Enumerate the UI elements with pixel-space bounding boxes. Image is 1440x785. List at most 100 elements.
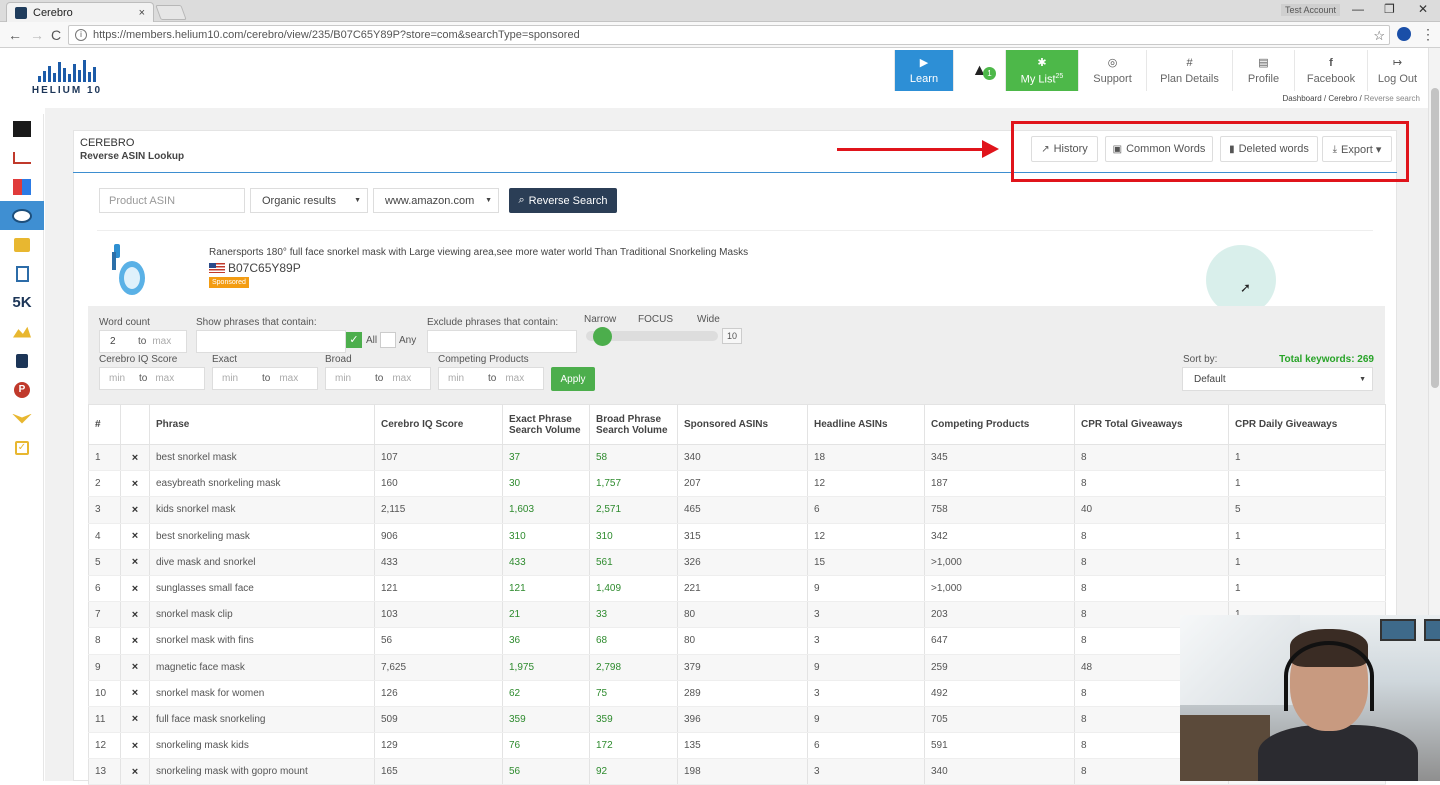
notifications-button[interactable]: ▲: [953, 50, 1005, 91]
word-count-min-input[interactable]: 2: [110, 336, 132, 347]
plan-details-button[interactable]: # Plan Details: [1146, 50, 1232, 91]
facebook-button[interactable]: f Facebook: [1294, 50, 1367, 91]
delete-row-icon[interactable]: ×: [120, 627, 150, 655]
column-header[interactable]: Sponsored ASINs: [677, 404, 808, 445]
sidebar-item-frankenstein[interactable]: [0, 230, 44, 259]
restore-icon[interactable]: ❐: [1384, 2, 1395, 16]
bookmark-star-icon[interactable]: ☆: [1373, 28, 1385, 44]
window-close-icon[interactable]: ✕: [1418, 2, 1428, 16]
delete-row-icon[interactable]: ×: [120, 575, 150, 603]
delete-row-icon[interactable]: ×: [120, 732, 150, 760]
product-title[interactable]: Ranersports 180° full face snorkel mask …: [209, 247, 748, 258]
minimize-icon[interactable]: —: [1352, 2, 1364, 16]
forward-icon[interactable]: →: [30, 27, 44, 43]
competing-max-input[interactable]: max: [505, 373, 524, 384]
word-count-max-input[interactable]: max: [152, 336, 171, 347]
delete-row-icon[interactable]: ×: [120, 523, 150, 550]
breadcrumb-dashboard[interactable]: Dashboard: [1283, 94, 1322, 103]
column-header[interactable]: Competing Products: [924, 404, 1075, 445]
back-icon[interactable]: ←: [8, 27, 22, 43]
phrase-cell[interactable]: snorkel mask with fins: [149, 627, 375, 655]
column-header[interactable]: Phrase: [149, 404, 375, 445]
phrase-cell[interactable]: magnetic face mask: [149, 654, 375, 681]
column-header[interactable]: Broad Phrase Search Volume: [589, 404, 678, 445]
phrase-cell[interactable]: dive mask and snorkel: [149, 549, 375, 576]
sidebar-item-black-box[interactable]: [0, 114, 44, 143]
helium10-logo[interactable]: HELIUM 10: [0, 48, 134, 108]
focus-slider-handle[interactable]: [593, 327, 612, 346]
phrase-cell[interactable]: best snorkel mask: [149, 444, 375, 472]
column-header[interactable]: CPR Total Giveaways: [1074, 404, 1229, 445]
delete-row-icon[interactable]: ×: [120, 601, 150, 629]
column-header[interactable]: Headline ASINs: [807, 404, 925, 445]
sidebar-item-wings[interactable]: [0, 404, 44, 433]
broad-min-input[interactable]: min: [335, 373, 375, 384]
sort-by-select[interactable]: Default ▼: [1182, 367, 1373, 391]
sidebar-item-xray[interactable]: [0, 143, 44, 172]
phrase-cell[interactable]: full face mask snorkeling: [149, 706, 375, 734]
phrase-cell[interactable]: snorkeling mask with gopro mount: [149, 758, 375, 785]
sidebar-item-cerebro[interactable]: [0, 201, 44, 230]
delete-row-icon[interactable]: ×: [120, 470, 150, 498]
exact-min-input[interactable]: min: [222, 373, 262, 384]
export-button[interactable]: ⤓ Export ▾: [1322, 136, 1392, 162]
sidebar-item-inventory[interactable]: [0, 346, 44, 375]
browser-account-label[interactable]: Test Account: [1281, 4, 1341, 16]
delete-row-icon[interactable]: ×: [120, 706, 150, 734]
delete-row-icon[interactable]: ×: [120, 654, 150, 681]
phrase-cell[interactable]: sunglasses small face: [149, 575, 375, 603]
common-words-button[interactable]: ▣ Common Words: [1105, 136, 1213, 162]
logout-button[interactable]: ↦ Log Out: [1367, 50, 1427, 91]
results-type-select[interactable]: Organic results ▼: [250, 188, 368, 213]
sidebar-item-profits[interactable]: [0, 317, 44, 346]
phrase-cell[interactable]: snorkel mask clip: [149, 601, 375, 629]
column-header[interactable]: #: [88, 404, 121, 445]
delete-row-icon[interactable]: ×: [120, 758, 150, 785]
phrase-cell[interactable]: easybreath snorkeling mask: [149, 470, 375, 498]
my-list-button[interactable]: ✱ My List25: [1005, 50, 1078, 91]
sidebar-item-5k[interactable]: 5K: [0, 288, 44, 317]
reload-icon[interactable]: C: [51, 27, 61, 43]
sidebar-item-magnet[interactable]: [0, 172, 44, 201]
phrase-cell[interactable]: kids snorkel mask: [149, 496, 375, 524]
profile-button[interactable]: ▤ Profile: [1232, 50, 1294, 91]
reverse-search-button[interactable]: ⌕ Reverse Search: [509, 188, 617, 213]
deleted-words-button[interactable]: ▮ Deleted words: [1220, 136, 1318, 162]
phrase-cell[interactable]: best snorkeling mask: [149, 523, 375, 550]
phrase-cell[interactable]: snorkeling mask kids: [149, 732, 375, 760]
marketplace-select[interactable]: www.amazon.com ▼: [373, 188, 499, 213]
delete-row-icon[interactable]: ×: [120, 496, 150, 524]
url-field[interactable]: i https://members.helium10.com/cerebro/v…: [68, 25, 1390, 45]
show-phrases-input[interactable]: [196, 330, 346, 353]
delete-row-icon[interactable]: ×: [120, 680, 150, 707]
broad-max-input[interactable]: max: [392, 373, 411, 384]
all-checkbox[interactable]: ✓: [346, 332, 362, 348]
sidebar-item-tasks[interactable]: ✓: [0, 433, 44, 462]
sidebar-item-scribbles[interactable]: [0, 259, 44, 288]
product-asin-input[interactable]: Product ASIN: [99, 188, 245, 213]
column-header[interactable]: Cerebro IQ Score: [374, 404, 503, 445]
column-header[interactable]: Exact Phrase Search Volume: [502, 404, 590, 445]
site-info-icon[interactable]: i: [75, 29, 87, 41]
tab-close-icon[interactable]: ×: [139, 7, 145, 19]
column-header[interactable]: CPR Daily Giveaways: [1228, 404, 1386, 445]
any-checkbox[interactable]: [380, 332, 396, 348]
cerebro-iq-max-input[interactable]: max: [155, 373, 174, 384]
phrase-cell[interactable]: snorkel mask for women: [149, 680, 375, 707]
exclude-phrases-input[interactable]: [427, 330, 577, 353]
delete-row-icon[interactable]: ×: [120, 549, 150, 576]
extension-icon[interactable]: [1397, 27, 1411, 41]
browser-menu-icon[interactable]: ⋮: [1421, 26, 1435, 43]
product-image[interactable]: [108, 244, 148, 298]
support-button[interactable]: ◎ Support: [1078, 50, 1146, 91]
learn-button[interactable]: ▶ Learn: [894, 50, 953, 91]
history-button[interactable]: ↗ History: [1031, 136, 1098, 162]
exact-max-input[interactable]: max: [279, 373, 298, 384]
new-tab-button[interactable]: [155, 5, 187, 20]
cerebro-iq-min-input[interactable]: min: [109, 373, 139, 384]
apply-button[interactable]: Apply: [551, 367, 595, 391]
scrollbar-thumb[interactable]: [1431, 88, 1439, 388]
sidebar-item-p[interactable]: P: [0, 375, 44, 404]
browser-tab[interactable]: Cerebro ×: [6, 2, 154, 22]
competing-min-input[interactable]: min: [448, 373, 488, 384]
